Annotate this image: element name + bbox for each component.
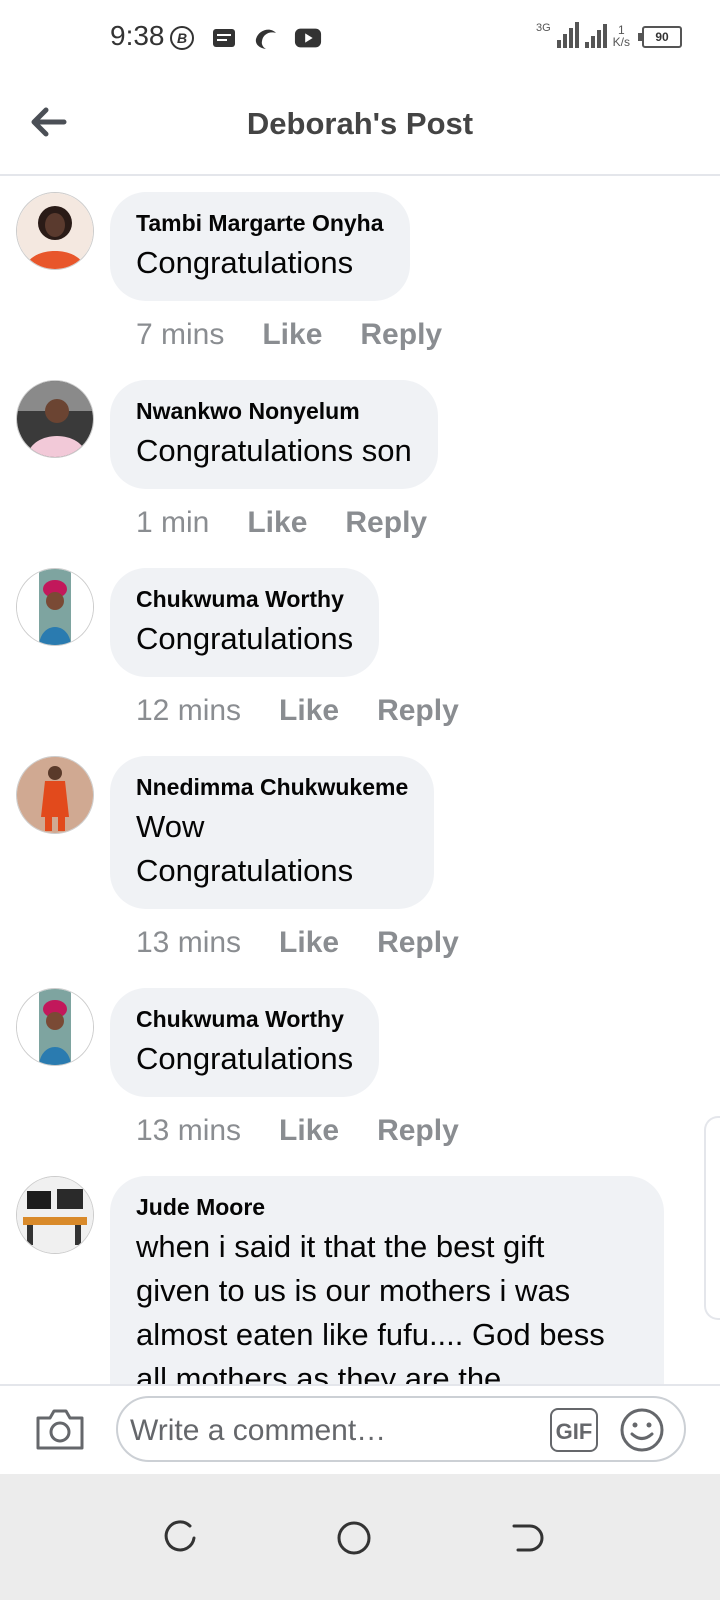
avatar[interactable] — [16, 568, 94, 646]
comment-text-line: given to us is our mothers i was — [136, 1273, 571, 1308]
avatar[interactable] — [16, 192, 94, 270]
back-nav-icon[interactable] — [506, 1518, 546, 1558]
system-nav-bar — [0, 1474, 720, 1600]
comment-bubble[interactable]: Tambi Margarte Onyha Congratulations — [110, 192, 410, 301]
battery-icon: 90 — [638, 26, 682, 48]
comment-actions: 13 mins Like Reply — [136, 926, 459, 960]
signal-icon-2 — [584, 22, 607, 48]
comment-list[interactable]: Tambi Margarte Onyha Congratulations 7 m… — [0, 176, 720, 1384]
comment-composer: Write a comment… GIF — [0, 1384, 720, 1476]
like-button[interactable]: Like — [279, 1114, 339, 1148]
comment-bubble[interactable]: Jude Moore when i said it that the best … — [110, 1176, 664, 1384]
like-button[interactable]: Like — [247, 506, 307, 540]
comment-actions: 1 min Like Reply — [136, 506, 427, 540]
comment-author[interactable]: Tambi Margarte Onyha — [136, 210, 384, 237]
status-time: 9:38 — [110, 20, 165, 51]
like-button[interactable]: Like — [279, 926, 339, 960]
comment-actions: 7 mins Like Reply — [136, 318, 442, 352]
side-panel-handle[interactable] — [704, 1116, 720, 1320]
reply-button[interactable]: Reply — [377, 1114, 459, 1148]
post-header: Deborah's Post — [0, 80, 720, 176]
comment-text-line: when i said it that the best gift — [136, 1229, 545, 1264]
reply-button[interactable]: Reply — [360, 318, 442, 352]
notification-icons: B — [168, 24, 322, 52]
comment-time: 13 mins — [136, 1114, 242, 1147]
comment-bubble[interactable]: Nnedimma Chukwukeme Wow Congratulations — [110, 756, 435, 909]
camera-icon[interactable] — [34, 1406, 86, 1452]
emoji-icon[interactable] — [618, 1406, 666, 1454]
network-type-badge: 3G — [535, 22, 551, 34]
comment-time: 13 mins — [136, 926, 242, 959]
avatar[interactable] — [16, 988, 94, 1066]
app-swoosh-icon — [252, 24, 280, 52]
svg-text:B: B — [177, 30, 187, 46]
like-button[interactable]: Like — [262, 318, 322, 352]
comment-actions: 12 mins Like Reply — [136, 694, 459, 728]
reply-button[interactable]: Reply — [377, 926, 459, 960]
youtube-icon — [294, 24, 322, 52]
speed-unit: K/s — [612, 35, 630, 49]
status-bar: 9:38 B 3G 1 K/s 90 — [0, 0, 720, 80]
comment-author[interactable]: Jude Moore — [136, 1194, 638, 1221]
avatar[interactable] — [16, 1176, 94, 1254]
network-speed: 1 K/s — [613, 24, 630, 48]
comment-author[interactable]: Chukwuma Worthy — [136, 586, 353, 613]
recent-apps-icon[interactable] — [162, 1518, 202, 1558]
bitcoin-icon: B — [168, 24, 196, 52]
comment-text-line: almost eaten like fufu.... God bess — [136, 1317, 605, 1352]
comment-bubble[interactable]: Nwankwo Nonyelum Congratulations son — [110, 380, 438, 489]
comment-text: Congratulations son — [136, 433, 412, 468]
like-button[interactable]: Like — [279, 694, 339, 728]
gif-button[interactable]: GIF — [550, 1408, 598, 1452]
comment-text-line: Congratulations — [136, 853, 354, 888]
comment-input[interactable]: Write a comment… GIF — [116, 1396, 686, 1462]
comment-time: 12 mins — [136, 694, 242, 727]
comment-author[interactable]: Nnedimma Chukwukeme — [136, 774, 408, 801]
comment-text-line: Wow — [136, 809, 205, 844]
comment-bubble[interactable]: Chukwuma Worthy Congratulations — [110, 568, 380, 677]
comment-author[interactable]: Nwankwo Nonyelum — [136, 398, 412, 425]
home-icon[interactable] — [334, 1518, 374, 1558]
reply-button[interactable]: Reply — [345, 506, 427, 540]
comment-bubble[interactable]: Chukwuma Worthy Congratulations — [110, 988, 380, 1097]
message-icon — [210, 24, 238, 52]
page-title: Deborah's Post — [246, 106, 474, 141]
comment-placeholder[interactable]: Write a comment… — [130, 1414, 386, 1448]
system-indicators: 3G 1 K/s 90 — [536, 22, 682, 48]
comment-actions: 13 mins Like Reply — [136, 1114, 459, 1148]
comment-author[interactable]: Chukwuma Worthy — [136, 1006, 353, 1033]
reply-button[interactable]: Reply — [377, 694, 459, 728]
signal-icon — [556, 22, 579, 48]
comment-text-line: all mothers as they are the — [136, 1361, 502, 1384]
comment-time: 1 min — [136, 506, 210, 539]
comment-text: Congratulations — [136, 621, 354, 656]
avatar[interactable] — [16, 380, 94, 458]
avatar[interactable] — [16, 756, 94, 834]
comment-text: Congratulations — [136, 1041, 354, 1076]
comment-text: Congratulations — [136, 245, 354, 280]
comment-time: 7 mins — [136, 318, 225, 351]
